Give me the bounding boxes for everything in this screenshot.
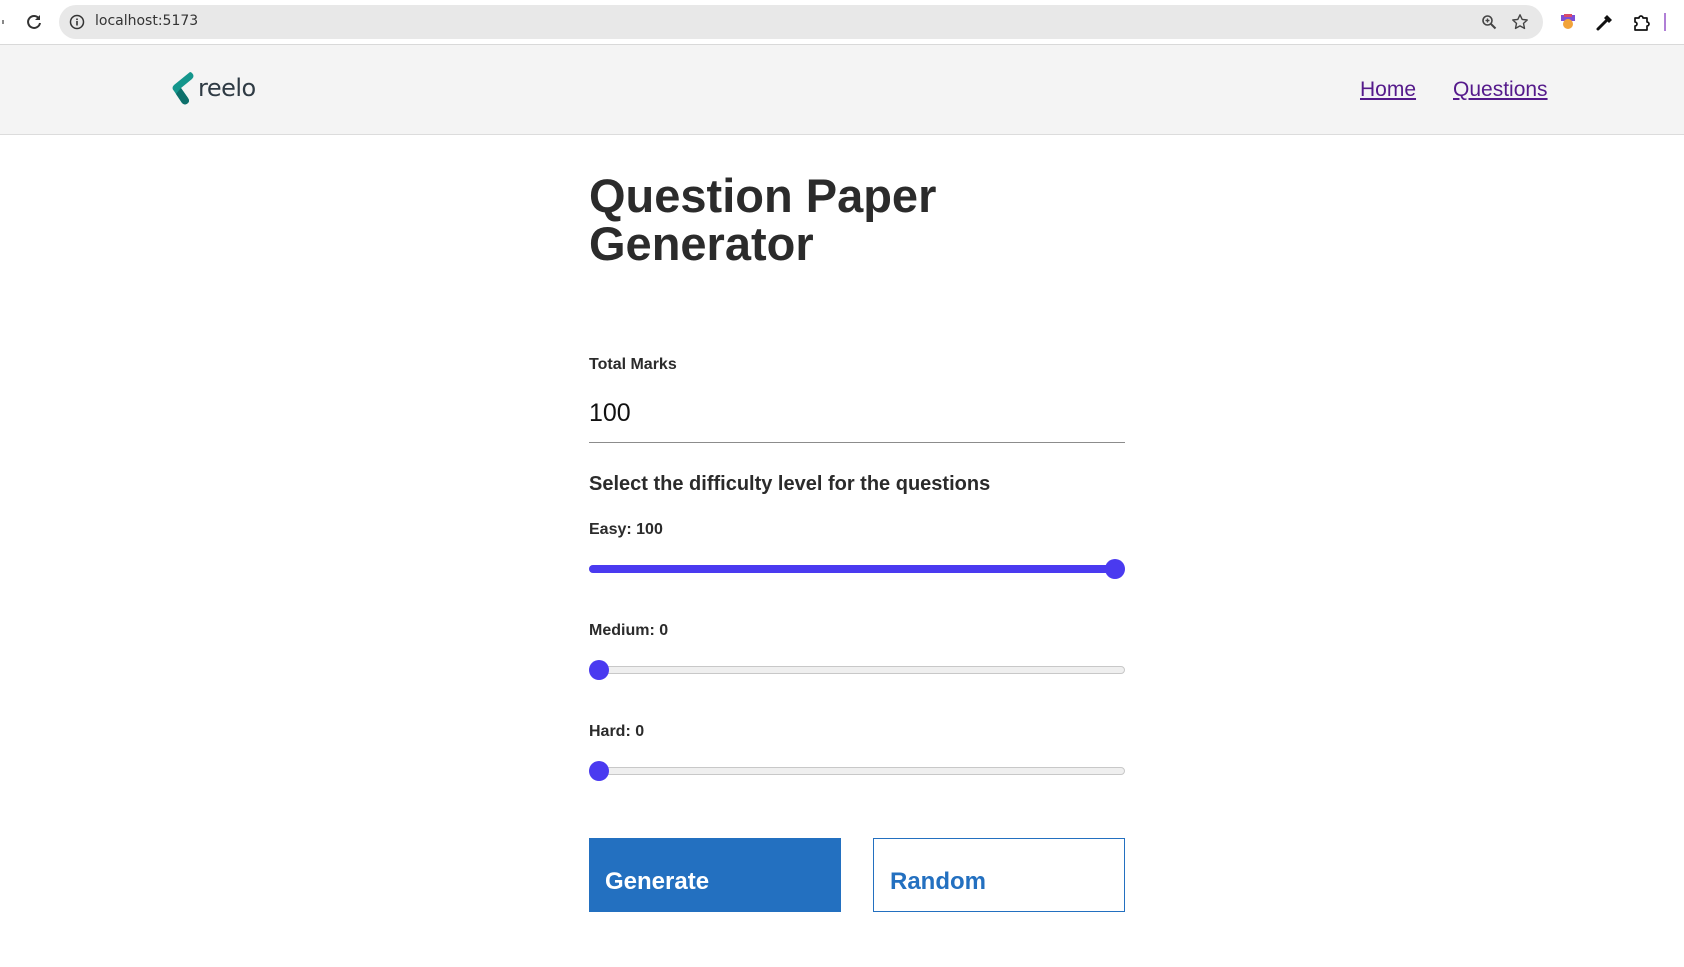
logo-text: reelo	[198, 74, 256, 102]
url-text[interactable]: localhost:5173	[95, 13, 198, 29]
difficulty-heading: Select the difficulty level for the ques…	[589, 473, 991, 495]
hard-slider[interactable]	[589, 761, 1125, 781]
easy-slider[interactable]	[589, 559, 1125, 579]
eyedropper-icon[interactable]	[1595, 12, 1615, 32]
logo[interactable]: reelo	[168, 69, 256, 107]
site-info-icon[interactable]	[69, 14, 85, 30]
reelo-logo-icon	[172, 72, 194, 105]
total-marks-input[interactable]	[589, 385, 1125, 443]
page-title: Question Paper Generator	[589, 169, 937, 270]
slider-thumb[interactable]	[1105, 559, 1125, 579]
medium-slider[interactable]	[589, 660, 1125, 680]
generate-button[interactable]: Generate	[589, 838, 841, 912]
slider-fill	[589, 565, 1115, 573]
generator-form: Question Paper Generator Total Marks Sel…	[589, 135, 1125, 912]
slider-track	[589, 767, 1125, 775]
nav-link-home[interactable]: Home	[1360, 78, 1416, 102]
browser-toolbar: localhost:5173	[0, 0, 1684, 45]
app-header: reelo Home Questions	[0, 45, 1684, 135]
slider-track	[589, 666, 1125, 674]
back-icon[interactable]	[0, 20, 4, 24]
extension-icon[interactable]	[1558, 12, 1578, 32]
bookmark-star-icon[interactable]	[1511, 13, 1529, 31]
total-marks-label: Total Marks	[589, 356, 677, 373]
zoom-icon[interactable]	[1481, 14, 1497, 30]
extensions-puzzle-icon[interactable]	[1631, 12, 1651, 32]
profile-indicator[interactable]	[1664, 13, 1666, 31]
slider-thumb[interactable]	[589, 660, 609, 680]
easy-label: Easy: 100	[589, 521, 663, 538]
reload-icon[interactable]	[24, 12, 44, 32]
address-bar[interactable]: localhost:5173	[59, 5, 1543, 39]
medium-label: Medium: 0	[589, 622, 669, 639]
slider-thumb[interactable]	[589, 761, 609, 781]
hard-label: Hard: 0	[589, 723, 645, 740]
nav-link-questions[interactable]: Questions	[1453, 78, 1548, 102]
random-button[interactable]: Random	[873, 838, 1125, 912]
